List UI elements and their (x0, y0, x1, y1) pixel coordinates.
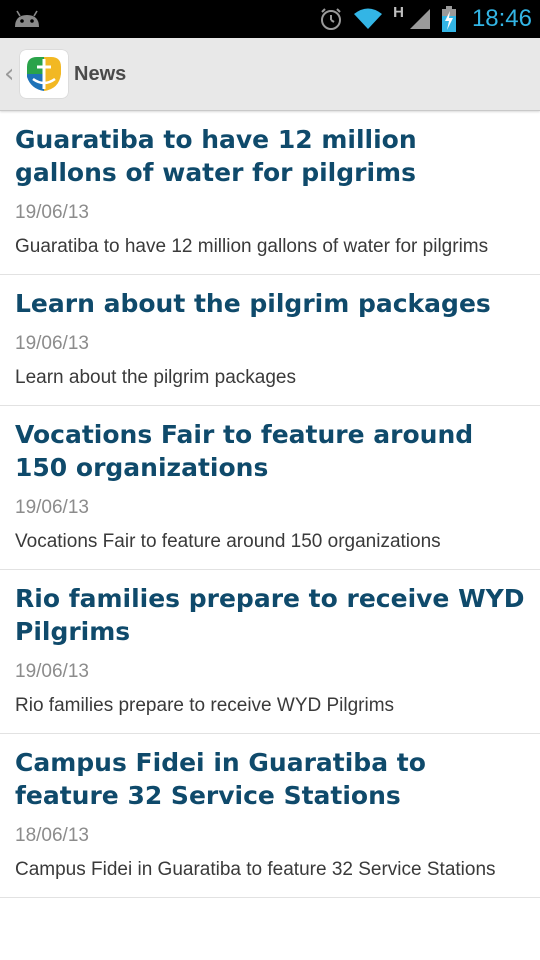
news-date: 19/06/13 (15, 333, 89, 354)
news-summary: Vocations Fair to feature around 150 org… (15, 531, 441, 552)
android-debug-icon (15, 10, 39, 27)
news-list: Guaratiba to have 12 million gallons of … (0, 111, 540, 898)
wyd-logo-icon[interactable] (20, 50, 68, 98)
news-item[interactable]: Vocations Fair to feature around 150 org… (0, 406, 540, 570)
chevron-left-icon[interactable]: ‹ (4, 61, 18, 87)
action-bar: ‹ News (0, 38, 540, 111)
wifi-icon (354, 8, 383, 29)
news-item[interactable]: Campus Fidei in Guaratiba to feature 32 … (0, 734, 540, 898)
news-title: Vocations Fair to feature around 150 org… (15, 420, 474, 482)
news-date: 19/06/13 (15, 202, 89, 223)
news-item[interactable]: Learn about the pilgrim packages 19/06/1… (0, 275, 540, 406)
network-type-label: H (393, 3, 404, 21)
status-bar: H 18:46 (0, 0, 540, 38)
alarm-icon (321, 8, 342, 30)
news-title: Learn about the pilgrim packages (15, 289, 491, 318)
news-item[interactable]: Guaratiba to have 12 million gallons of … (0, 111, 540, 275)
news-item[interactable]: Rio families prepare to receive WYD Pilg… (0, 570, 540, 734)
news-date: 19/06/13 (15, 497, 89, 518)
news-title: Guaratiba to have 12 million gallons of … (15, 125, 417, 187)
page-title: News (74, 62, 127, 85)
battery-charging-icon (441, 6, 456, 32)
news-summary: Rio families prepare to receive WYD Pilg… (15, 695, 395, 716)
news-title: Campus Fidei in Guaratiba to feature 32 … (15, 748, 426, 810)
signal-icon (409, 9, 430, 29)
news-summary: Guaratiba to have 12 million gallons of … (15, 236, 489, 257)
news-date: 18/06/13 (15, 825, 89, 846)
clock-time: 18:46 (471, 5, 532, 32)
news-summary: Learn about the pilgrim packages (15, 367, 296, 388)
news-title: Rio families prepare to receive WYD Pilg… (15, 584, 525, 646)
news-summary: Campus Fidei in Guaratiba to feature 32 … (15, 859, 496, 880)
news-date: 19/06/13 (15, 661, 89, 682)
